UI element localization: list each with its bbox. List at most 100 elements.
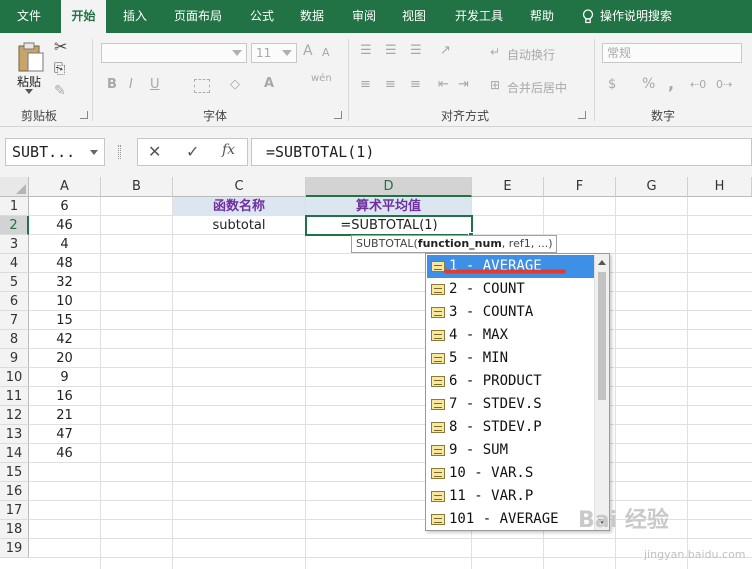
tab-page-layout[interactable]: 页面布局 [163, 0, 233, 33]
cancel-icon[interactable]: ✕ [148, 142, 161, 161]
scroll-thumb[interactable] [598, 272, 606, 400]
row-header-12[interactable]: 12 [0, 406, 29, 425]
row-header-14[interactable]: 14 [0, 444, 29, 463]
formula-input[interactable]: =SUBTOTAL(1) [251, 138, 752, 166]
wrap-text-icon[interactable]: ↵ [490, 45, 500, 59]
select-all-button[interactable] [0, 177, 29, 197]
align-top-icon[interactable]: ☰ [360, 43, 372, 58]
cell-a9[interactable]: 20 [29, 349, 100, 368]
splitter-handle[interactable] [118, 145, 121, 159]
tooltip-current-arg[interactable]: function_num [418, 237, 502, 250]
merge-center-icon[interactable]: ⊞ [490, 78, 500, 92]
row-header-2[interactable]: 2 [0, 216, 29, 235]
column-header-g[interactable]: G [616, 177, 688, 197]
autocomplete-item[interactable]: 8 - STDEV.P [427, 416, 595, 439]
tab-file[interactable]: 文件 [0, 0, 58, 33]
cell-c2[interactable]: subtotal [173, 216, 305, 235]
enter-icon[interactable]: ✓ [186, 142, 199, 161]
fill-color-icon[interactable]: ◇ [230, 77, 240, 92]
tab-formulas[interactable]: 公式 [240, 0, 284, 33]
font-color-icon[interactable]: A [264, 76, 274, 91]
merge-center-button[interactable]: 合并后居中 [507, 79, 567, 96]
align-left-icon[interactable]: ≡ [360, 77, 371, 92]
tab-data[interactable]: 数据 [290, 0, 334, 33]
cell-d1[interactable]: 算术平均值 [306, 197, 471, 216]
autocomplete-item[interactable]: 9 - SUM [427, 439, 595, 462]
underline-button[interactable]: U [150, 77, 160, 92]
autocomplete-dropdown[interactable]: 1 - AVERAGE 2 - COUNT 3 - COUNTA 4 - MAX 5 -… [425, 253, 610, 531]
row-header-11[interactable]: 11 [0, 387, 29, 406]
increase-decimal-icon[interactable]: ⇠0 [690, 78, 706, 91]
tab-help[interactable]: 帮助 [520, 0, 564, 33]
autocomplete-item[interactable]: 3 - COUNTA [427, 301, 595, 324]
row-header-19[interactable]: 19 [0, 539, 29, 558]
cell-a4[interactable]: 48 [29, 254, 100, 273]
shrink-font-icon[interactable]: A [322, 46, 330, 59]
autocomplete-item[interactable]: 4 - MAX [427, 324, 595, 347]
cut-icon[interactable]: ✂ [54, 37, 67, 56]
font-launcher-icon[interactable] [334, 111, 342, 119]
row-header-1[interactable]: 1 [0, 197, 29, 216]
cell-a2[interactable]: 46 [29, 216, 100, 235]
autocomplete-item[interactable]: 2 - COUNT [427, 278, 595, 301]
row-header-3[interactable]: 3 [0, 235, 29, 254]
align-bottom-icon[interactable]: ☰ [410, 43, 422, 58]
row-header-8[interactable]: 8 [0, 330, 29, 349]
cell-a7[interactable]: 15 [29, 311, 100, 330]
format-painter-icon[interactable]: ✎ [54, 83, 66, 99]
comma-button[interactable]: , [668, 74, 674, 93]
row-header-9[interactable]: 9 [0, 349, 29, 368]
autocomplete-item[interactable]: 10 - VAR.S [427, 462, 595, 485]
autocomplete-item[interactable]: 7 - STDEV.S [427, 393, 595, 416]
autocomplete-item[interactable]: 101 - AVERAGE [427, 508, 595, 530]
orientation-icon[interactable]: ↗ [440, 43, 451, 58]
cell-a3[interactable]: 4 [29, 235, 100, 254]
accounting-icon[interactable]: $ [608, 77, 616, 92]
tab-insert[interactable]: 插入 [113, 0, 157, 33]
increase-indent-icon[interactable]: ⇥ [458, 77, 469, 92]
cell-a1[interactable]: 6 [29, 197, 100, 216]
column-header-d[interactable]: D [306, 177, 472, 197]
italic-button[interactable]: I [129, 77, 133, 92]
row-header-10[interactable]: 10 [0, 368, 29, 387]
align-center-icon[interactable]: ≡ [385, 77, 396, 92]
percent-button[interactable]: % [642, 76, 655, 92]
cell-a5[interactable]: 32 [29, 273, 100, 292]
cell-a11[interactable]: 16 [29, 387, 100, 406]
tell-me-search[interactable]: 操作说明搜索 [600, 0, 690, 33]
font-size-combo[interactable]: 11 [251, 43, 297, 63]
decrease-decimal-icon[interactable]: 0⇢ [716, 78, 732, 91]
autocomplete-item[interactable]: 11 - VAR.P [427, 485, 595, 508]
paste-label[interactable]: 粘贴 [17, 73, 41, 90]
column-header-f[interactable]: F [544, 177, 616, 197]
grow-font-icon[interactable]: A [303, 43, 313, 59]
column-header-e[interactable]: E [472, 177, 544, 197]
column-header-h[interactable]: H [688, 177, 752, 197]
tab-view[interactable]: 视图 [392, 0, 436, 33]
paste-icon[interactable] [16, 41, 46, 73]
clipboard-launcher-icon[interactable] [80, 111, 88, 119]
row-header-13[interactable]: 13 [0, 425, 29, 444]
copy-icon[interactable]: ⎘ [54, 61, 65, 77]
cell-a12[interactable]: 21 [29, 406, 100, 425]
name-box[interactable]: SUBT... [5, 138, 105, 166]
decrease-indent-icon[interactable]: ⇤ [438, 77, 449, 92]
tab-developer[interactable]: 开发工具 [444, 0, 514, 33]
insert-function-icon[interactable]: fx [222, 142, 235, 158]
column-header-b[interactable]: B [101, 177, 173, 197]
column-header-a[interactable]: A [29, 177, 101, 197]
phonetic-icon[interactable]: wén [311, 73, 332, 84]
tab-review[interactable]: 审阅 [342, 0, 386, 33]
row-header-16[interactable]: 16 [0, 482, 29, 501]
cell-a8[interactable]: 42 [29, 330, 100, 349]
paste-dropdown-icon[interactable] [25, 89, 33, 94]
row-header-7[interactable]: 7 [0, 311, 29, 330]
autocomplete-item[interactable]: 6 - PRODUCT [427, 370, 595, 393]
borders-icon[interactable] [194, 79, 210, 93]
cell-c1[interactable]: 函数名称 [173, 197, 305, 216]
number-format-combo[interactable]: 常规 [602, 43, 742, 63]
cell-a14[interactable]: 46 [29, 444, 100, 463]
tab-home[interactable]: 开始 [61, 0, 106, 33]
cell-a10[interactable]: 9 [29, 368, 100, 387]
cell-a6[interactable]: 10 [29, 292, 100, 311]
